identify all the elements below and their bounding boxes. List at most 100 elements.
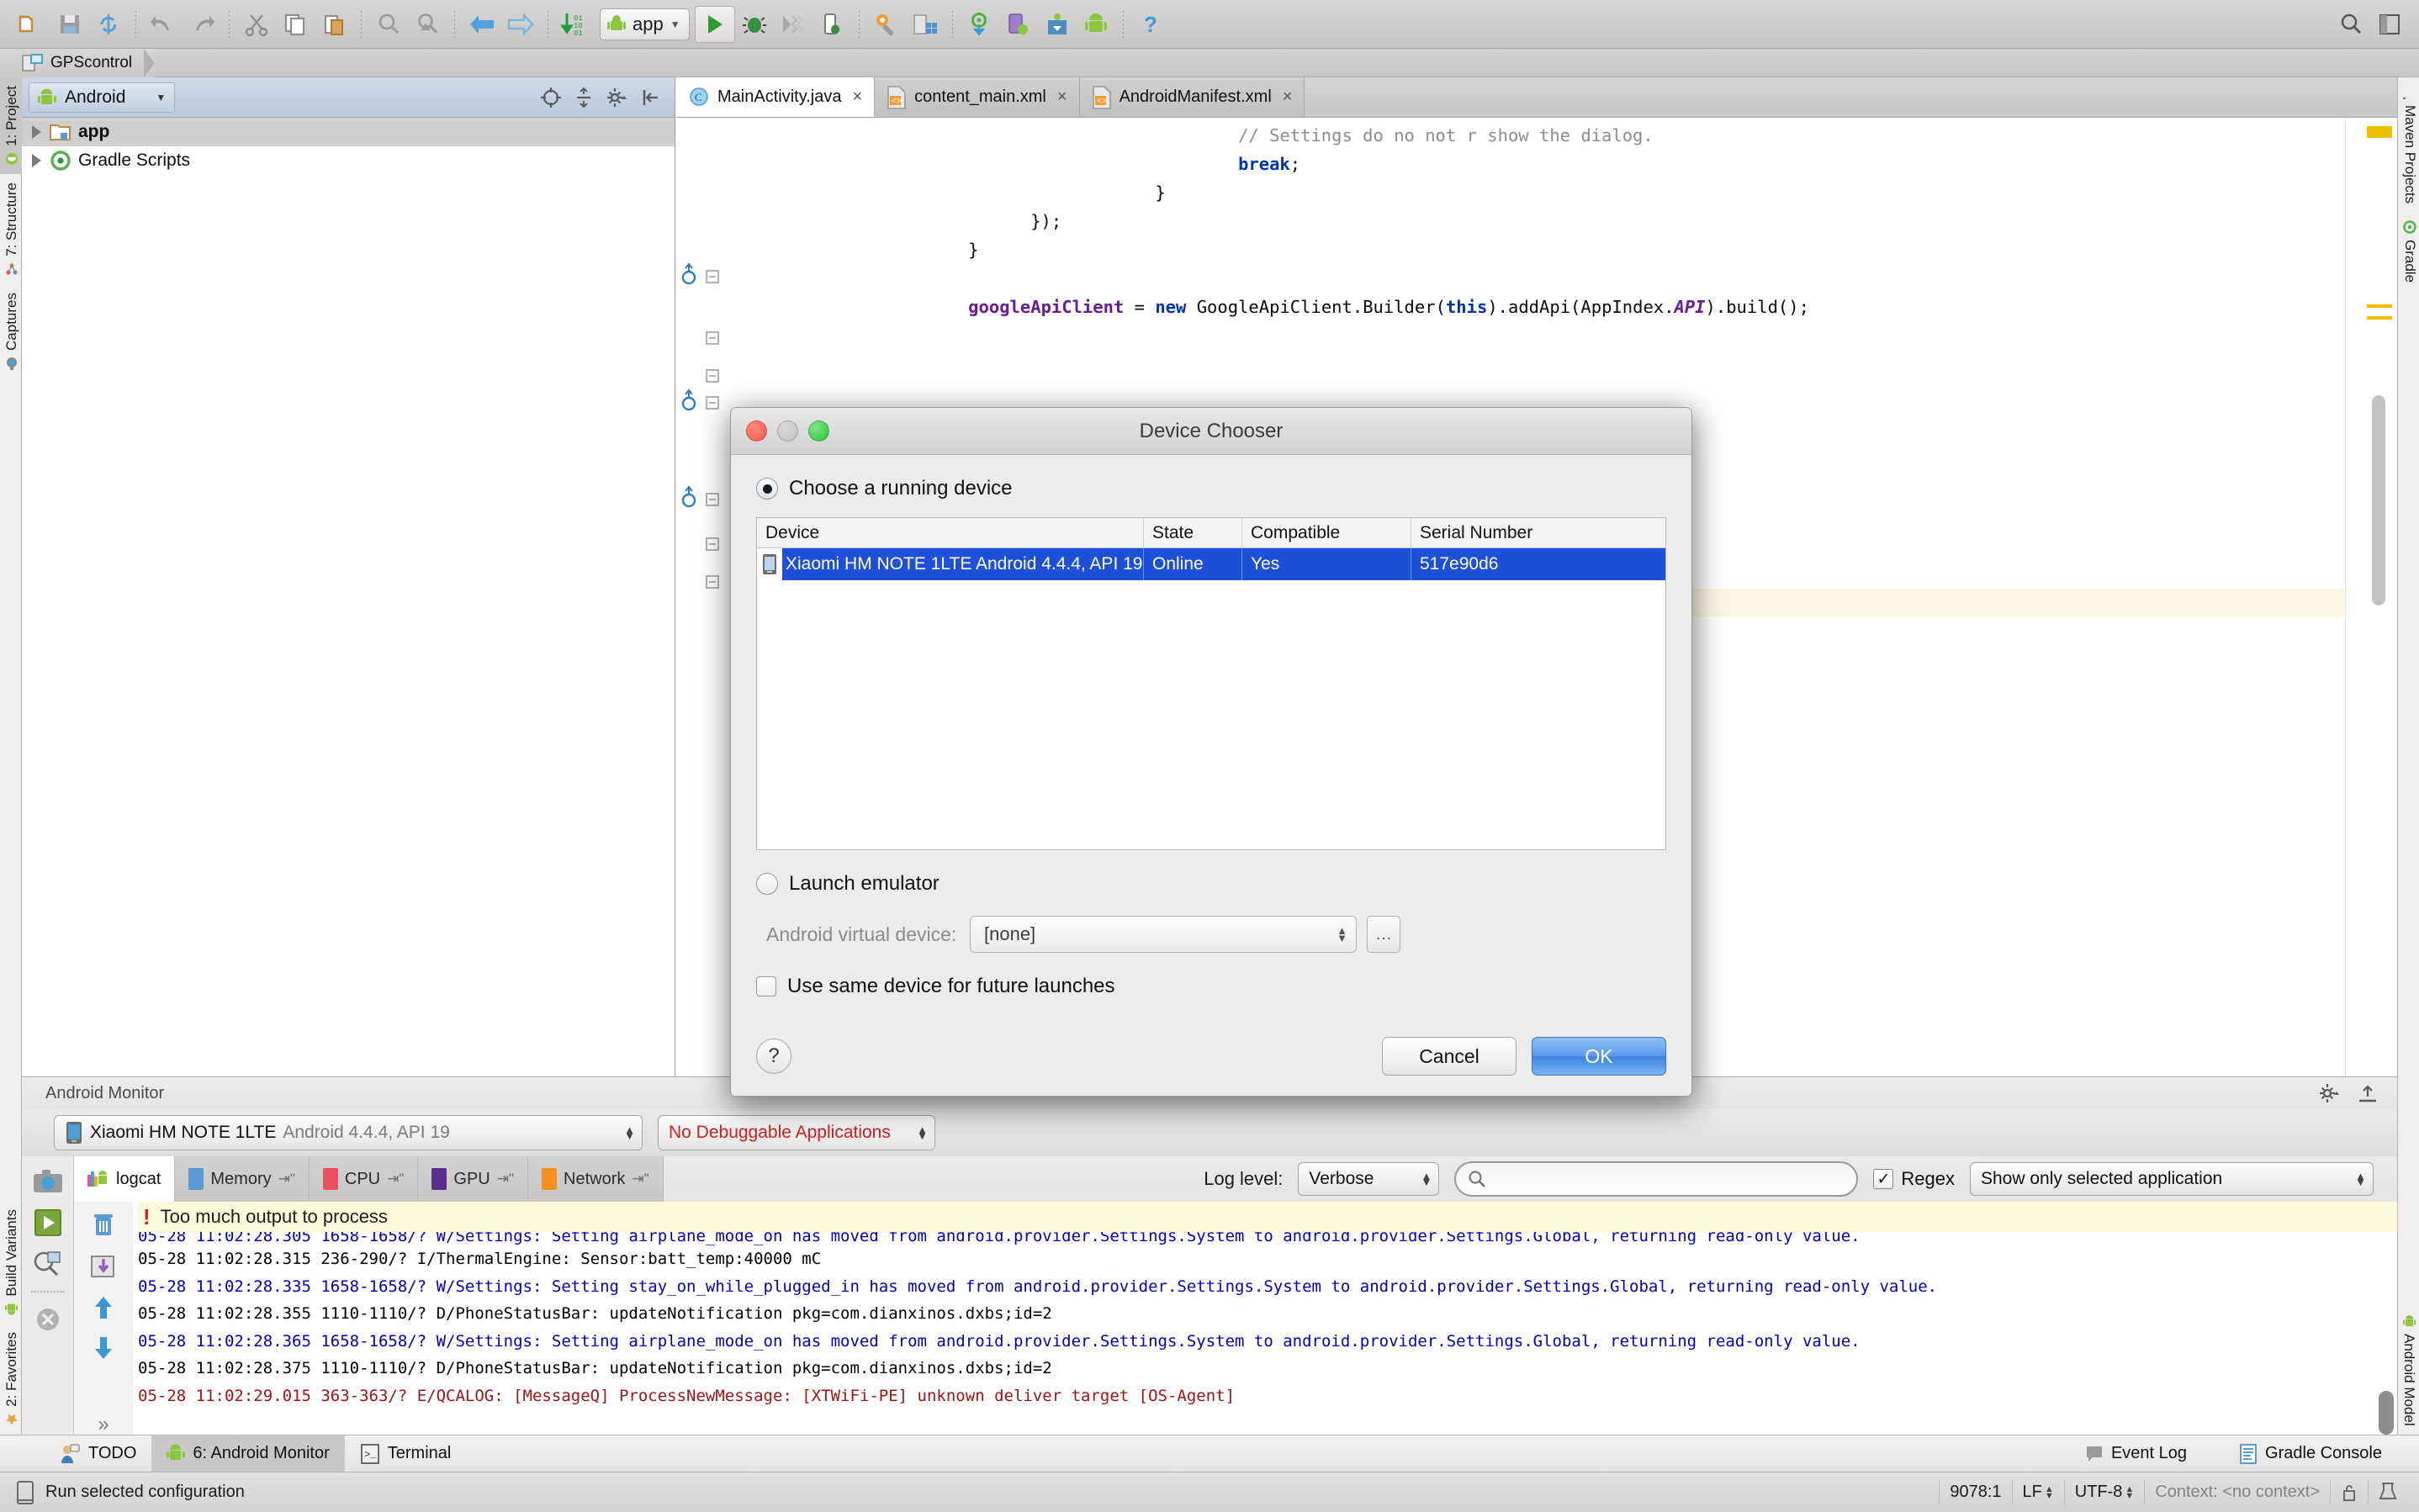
marker-line[interactable]: [2367, 304, 2392, 308]
marker-line[interactable]: [2367, 316, 2392, 320]
lock-icon[interactable]: [2330, 1479, 2368, 1505]
tab-gpu[interactable]: GPU ⇥": [418, 1156, 529, 1202]
sidebar-item-build-variants[interactable]: Build Variants: [0, 1201, 24, 1324]
scroll-down-icon[interactable]: [89, 1335, 118, 1361]
export-icon[interactable]: [89, 1252, 118, 1281]
sidebar-item-maven-projects[interactable]: m Maven Projects: [2398, 77, 2419, 212]
sidebar-item-gradle[interactable]: Gradle: [2398, 212, 2419, 291]
sync-icon[interactable]: [89, 5, 128, 44]
attach-debugger-icon[interactable]: [813, 5, 851, 44]
launch-emulator-radio[interactable]: Launch emulator: [756, 872, 1666, 896]
cancel-button[interactable]: Cancel: [1382, 1037, 1517, 1076]
tab-cpu[interactable]: CPU ⇥": [309, 1156, 419, 1202]
stepper-arrows-icon[interactable]: ▲ ▼: [1410, 1171, 1432, 1187]
bottom-tab-terminal[interactable]: >_ Terminal: [345, 1435, 467, 1472]
android-icon[interactable]: [1077, 5, 1115, 44]
screenshot-icon[interactable]: [32, 1168, 64, 1195]
clear-logcat-icon[interactable]: [89, 1210, 118, 1239]
sdk-update-icon[interactable]: [1038, 5, 1077, 44]
context-indicator[interactable]: Context: <no context>: [2144, 1479, 2330, 1505]
find-icon[interactable]: [369, 5, 408, 44]
tab-androidmanifest-xml[interactable]: <> AndroidManifest.xml ×: [1079, 77, 1305, 117]
tree-item-gradle-scripts[interactable]: Gradle Scripts: [22, 146, 675, 175]
breadcrumb-project[interactable]: GPScontrol: [0, 48, 156, 77]
more-icon[interactable]: »: [98, 1413, 109, 1436]
gear-icon[interactable]: [2318, 1082, 2342, 1104]
close-icon[interactable]: ×: [852, 87, 862, 107]
bottom-tab-event-log[interactable]: Event Log: [2070, 1435, 2202, 1472]
hide-panel-icon[interactable]: [641, 87, 661, 108]
debug-step-icon[interactable]: [774, 5, 813, 44]
sidebar-item-structure[interactable]: 7: Structure: [0, 174, 24, 284]
project-view-selector[interactable]: Android ▼: [29, 82, 176, 113]
debug-icon[interactable]: [735, 5, 774, 44]
search-everywhere-icon[interactable]: [2332, 5, 2370, 44]
warning-marker[interactable]: [2367, 126, 2392, 138]
device-monitor-icon[interactable]: [999, 5, 1038, 44]
collapse-all-icon[interactable]: [574, 87, 594, 108]
line-separator-selector[interactable]: LF ▲ ▼: [2011, 1479, 2064, 1505]
regex-checkbox[interactable]: ✓ Regex: [1873, 1168, 1955, 1190]
table-row[interactable]: Xiaomi HM NOTE 1LTE Android 4.4.4, API 1…: [757, 548, 1665, 580]
inspection-icon[interactable]: [2368, 1479, 2407, 1505]
sidebar-item-android-model[interactable]: Android Model: [2397, 1306, 2419, 1435]
col-serial[interactable]: Serial Number: [1411, 518, 1665, 547]
use-same-device-checkbox[interactable]: Use same device for future launches: [756, 975, 1666, 998]
paste-icon[interactable]: [315, 5, 353, 44]
stepper-arrows-icon[interactable]: ▲ ▼: [1337, 925, 1347, 944]
layout-inspector-icon[interactable]: [33, 1250, 63, 1277]
detach-icon[interactable]: ⇥": [632, 1171, 648, 1187]
compile-icon[interactable]: 01 10 01: [556, 5, 595, 44]
close-icon[interactable]: ×: [1057, 87, 1067, 107]
layout-toggle-icon[interactable]: [2370, 5, 2409, 44]
redo-icon[interactable]: [183, 5, 221, 44]
gear-icon[interactable]: [606, 87, 629, 108]
process-selector[interactable]: No Debuggable Applications ▲ ▼: [658, 1115, 935, 1150]
bottom-tab-gradle-console[interactable]: Gradle Console: [2224, 1435, 2397, 1472]
sdk-manager-icon[interactable]: [867, 5, 906, 44]
device-table[interactable]: Device State Compatible Serial Number Xi…: [756, 517, 1666, 850]
run-configuration-selector[interactable]: app ▼: [600, 8, 690, 40]
avd-manager-icon[interactable]: [906, 5, 945, 44]
avd-selector[interactable]: [none] ▲ ▼: [970, 916, 1357, 953]
tab-content-main-xml[interactable]: <> content_main.xml ×: [875, 77, 1080, 117]
sidebar-item-favorites[interactable]: 2: Favorites: [0, 1324, 24, 1435]
stepper-arrows-icon[interactable]: ▲ ▼: [2343, 1171, 2366, 1187]
editor-scrollbar-thumb[interactable]: [2372, 395, 2385, 605]
logcat-scope-selector[interactable]: Show only selected application ▲ ▼: [1970, 1162, 2374, 1196]
close-icon[interactable]: ×: [1283, 87, 1293, 107]
detach-icon[interactable]: ⇥": [278, 1171, 295, 1187]
bottom-tab-android-monitor[interactable]: 6: Android Monitor: [151, 1435, 345, 1472]
detach-icon[interactable]: ⇥": [497, 1171, 514, 1187]
tree-item-app[interactable]: app: [22, 118, 675, 146]
save-all-icon[interactable]: [50, 5, 89, 44]
tab-logcat[interactable]: logcat: [74, 1156, 176, 1202]
col-state[interactable]: State: [1144, 518, 1242, 547]
detach-icon[interactable]: ⇥": [387, 1171, 404, 1187]
col-compatible[interactable]: Compatible: [1242, 518, 1411, 547]
logcat-search-input[interactable]: [1454, 1161, 1859, 1197]
ok-button[interactable]: OK: [1532, 1037, 1666, 1076]
undo-icon[interactable]: [144, 5, 183, 44]
log-level-selector[interactable]: Verbose ▲ ▼: [1298, 1162, 1440, 1196]
logcat-scrollbar[interactable]: [2379, 1252, 2394, 1440]
hide-panel-icon[interactable]: [2357, 1083, 2379, 1103]
logcat-lines[interactable]: ! Too much output to process 05-28 11:02…: [133, 1202, 2397, 1445]
terminate-icon[interactable]: [34, 1306, 61, 1333]
replace-icon[interactable]: [408, 5, 447, 44]
copy-icon[interactable]: [276, 5, 315, 44]
caret-position[interactable]: 9078:1: [1939, 1479, 2011, 1505]
help-icon[interactable]: ?: [1131, 5, 1170, 44]
editor-scrollbar-area[interactable]: [2345, 118, 2397, 1160]
bottom-tab-todo[interactable]: TODO: [44, 1435, 151, 1472]
scroll-up-icon[interactable]: [89, 1294, 118, 1321]
chevron-right-icon[interactable]: [32, 154, 41, 167]
encoding-selector[interactable]: UTF-8 ▲ ▼: [2063, 1479, 2145, 1505]
sidebar-item-project[interactable]: 1: Project: [0, 77, 24, 174]
col-device[interactable]: Device: [757, 518, 1144, 547]
back-icon[interactable]: [463, 5, 501, 44]
sidebar-item-captures[interactable]: Captures: [0, 284, 24, 378]
stepper-arrows-icon[interactable]: ▲ ▼: [905, 1124, 928, 1141]
avd-browse-button[interactable]: …: [1367, 916, 1400, 953]
cut-icon[interactable]: [237, 5, 276, 44]
